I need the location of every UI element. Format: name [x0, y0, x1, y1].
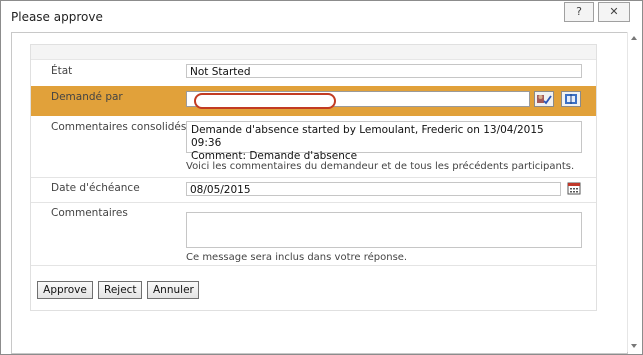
row-commentaires: Commentaires Ce message sera inclus dans…: [31, 202, 596, 266]
reject-button[interactable]: Reject: [98, 281, 142, 299]
commentaires-consolides-field: Demande d'absence started by Lemoulant, …: [186, 121, 582, 162]
approval-form: État Not Started Demandé par Commentaire…: [30, 44, 597, 311]
title-bar: Please approve ? ✕: [1, 1, 642, 31]
vertical-scrollbar[interactable]: [627, 32, 641, 352]
row-demande-par: Demandé par: [31, 86, 596, 116]
scroll-down-icon[interactable]: [631, 344, 637, 348]
consolidated-comment-line-1: Demande d'absence started by Lemoulant, …: [191, 124, 544, 149]
calendar-icon: [567, 182, 581, 195]
date-echeance-input[interactable]: 08/05/2015: [186, 182, 561, 196]
window-title: Please approve: [11, 10, 103, 24]
demande-par-label: Demandé par: [51, 91, 123, 103]
commentaires-label: Commentaires: [51, 207, 128, 219]
check-names-button[interactable]: [534, 91, 554, 107]
help-icon: ?: [576, 5, 582, 18]
demande-par-people-picker[interactable]: [186, 91, 530, 109]
approve-button[interactable]: Approve: [37, 281, 93, 299]
commentaires-textarea[interactable]: [186, 212, 582, 248]
scroll-up-icon[interactable]: [631, 36, 637, 40]
commentaires-hint: Ce message sera inclus dans votre répons…: [186, 252, 408, 263]
etat-field: Not Started: [186, 64, 582, 78]
row-date-echeance: Date d'échéance 08/05/2015: [31, 177, 596, 203]
annuler-button[interactable]: Annuler: [147, 281, 199, 299]
etat-label: État: [51, 65, 73, 77]
commentaires-consolides-hint: Voici les commentaires du demandeur et d…: [186, 161, 575, 172]
check-names-icon: [537, 95, 552, 105]
redacted-name: [194, 93, 336, 109]
calendar-button[interactable]: [567, 181, 581, 195]
browse-people-button[interactable]: [561, 91, 581, 107]
close-icon: ✕: [609, 5, 619, 18]
address-book-icon: [565, 94, 577, 104]
help-button[interactable]: ?: [564, 2, 594, 22]
date-echeance-label: Date d'échéance: [51, 182, 140, 194]
commentaires-consolides-label: Commentaires consolidés: [51, 121, 187, 133]
form-header-strip: [31, 45, 596, 60]
row-commentaires-consolides: Commentaires consolidés Demande d'absenc…: [31, 116, 596, 178]
close-button[interactable]: ✕: [598, 2, 630, 22]
row-etat: État Not Started: [31, 60, 596, 87]
